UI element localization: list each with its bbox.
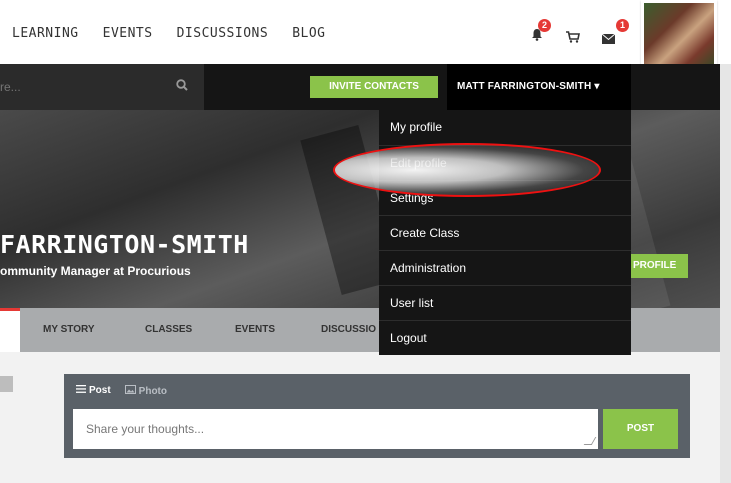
tab-my-story[interactable]: MY STORY bbox=[43, 324, 95, 335]
tab-classes[interactable]: CLASSES bbox=[145, 324, 192, 335]
cart-button[interactable] bbox=[566, 30, 580, 48]
post-text-input[interactable]: Share your thoughts... bbox=[73, 409, 598, 449]
profile-name: FARRINGTON-SMITH bbox=[0, 230, 249, 259]
notifications-button[interactable]: 2 bbox=[531, 19, 551, 46]
menu-item-administration[interactable]: Administration bbox=[379, 250, 631, 285]
post-button[interactable]: POST bbox=[603, 409, 678, 449]
menu-item-edit-profile[interactable]: Edit profile bbox=[379, 145, 631, 180]
search-icon[interactable] bbox=[176, 79, 188, 91]
menu-item-user-list[interactable]: User list bbox=[379, 285, 631, 320]
menu-item-settings[interactable]: Settings bbox=[379, 180, 631, 215]
search-box bbox=[0, 64, 204, 110]
composer-tab-photo[interactable]: Photo bbox=[124, 385, 167, 397]
composer-tabs: Post Photo bbox=[76, 385, 167, 397]
avatar[interactable] bbox=[641, 0, 717, 74]
invite-contacts-button[interactable]: INVITE CONTACTS bbox=[310, 76, 438, 98]
profile-role: ommunity Manager at Procurious bbox=[0, 264, 191, 278]
top-nav: LEARNING EVENTS DISCUSSIONS BLOG bbox=[12, 26, 326, 41]
tab-discussions[interactable]: DISCUSSIO bbox=[321, 324, 376, 335]
envelope-icon bbox=[601, 33, 616, 44]
avatar-photo bbox=[644, 3, 714, 71]
menu-item-my-profile[interactable]: My profile bbox=[379, 110, 631, 145]
user-menu-button[interactable]: MATT FARRINGTON-SMITH ▾ bbox=[447, 64, 631, 110]
menu-item-logout[interactable]: Logout bbox=[379, 320, 631, 355]
lines-icon bbox=[76, 385, 86, 393]
image-icon bbox=[124, 385, 136, 394]
nav-blog[interactable]: BLOG bbox=[292, 26, 325, 41]
collapse-toggle[interactable] bbox=[0, 376, 13, 392]
message-count-badge: 1 bbox=[616, 19, 629, 32]
composer-tab-photo-label: Photo bbox=[138, 386, 167, 397]
menu-item-create-class[interactable]: Create Class bbox=[379, 215, 631, 250]
user-dropdown-menu: My profile Edit profile Settings Create … bbox=[379, 110, 631, 355]
composer-tab-post-label: Post bbox=[89, 385, 111, 396]
tab-events[interactable]: EVENTS bbox=[235, 324, 275, 335]
nav-discussions[interactable]: DISCUSSIONS bbox=[177, 26, 269, 41]
search-input[interactable] bbox=[0, 76, 160, 98]
nav-learning[interactable]: LEARNING bbox=[12, 26, 79, 41]
notification-count-badge: 2 bbox=[538, 19, 551, 32]
composer-tab-post[interactable]: Post bbox=[76, 385, 111, 397]
active-tab-marker bbox=[0, 308, 20, 352]
nav-events[interactable]: EVENTS bbox=[103, 26, 153, 41]
profile-action-button[interactable]: PROFILE bbox=[630, 254, 688, 278]
scrollbar[interactable] bbox=[720, 64, 731, 483]
cart-icon bbox=[566, 31, 580, 43]
messages-button[interactable]: 1 bbox=[601, 19, 629, 49]
